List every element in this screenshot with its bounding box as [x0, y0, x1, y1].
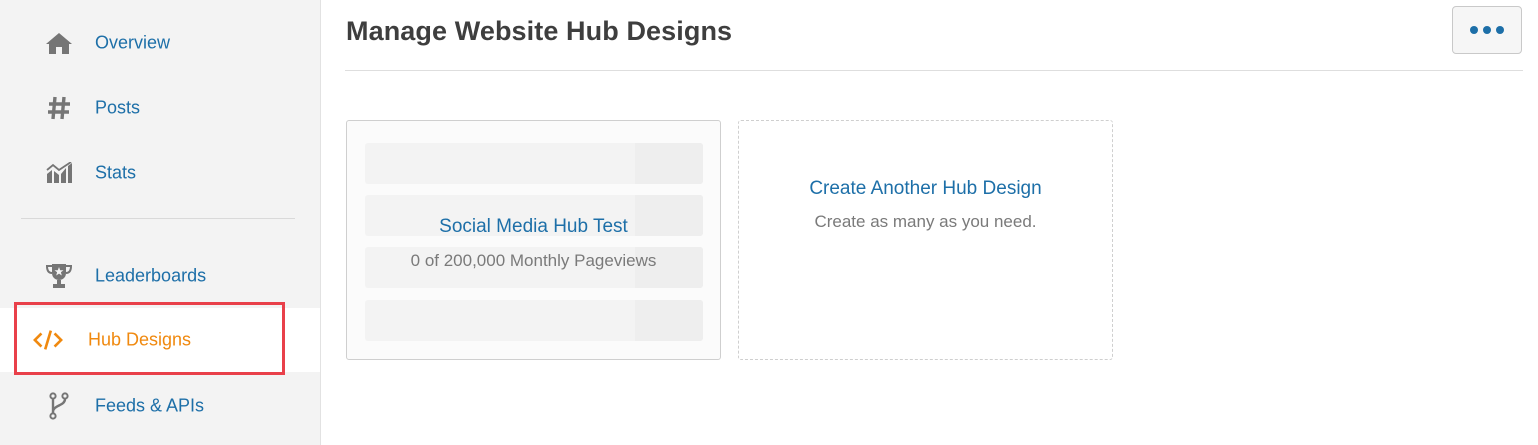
sidebar-item-label: Feeds & APIs: [95, 395, 205, 416]
preview-placeholder-row: [365, 143, 703, 184]
sidebar-item-hub-designs[interactable]: Hub Designs: [0, 308, 320, 372]
sidebar-item-label: Hub Designs: [88, 329, 192, 350]
hub-design-title[interactable]: Social Media Hub Test: [347, 216, 720, 238]
fork-icon: [44, 391, 74, 421]
sidebar-divider: [21, 218, 295, 219]
create-hub-design-link[interactable]: Create Another Hub Design: [739, 178, 1112, 200]
sidebar-item-label: Leaderboards: [95, 265, 207, 286]
sidebar-item-overview[interactable]: Overview: [0, 11, 320, 75]
create-hub-design-hint: Create as many as you need.: [814, 212, 1037, 231]
more-options-button[interactable]: [1452, 6, 1522, 54]
header-divider: [345, 70, 1523, 71]
pageview-usage-text: 0 of 200,000 Monthly Pageviews: [410, 251, 657, 270]
home-icon: [44, 28, 74, 58]
sidebar-item-stats[interactable]: Stats: [0, 141, 320, 205]
sidebar-item-leaderboards[interactable]: Leaderboards: [0, 244, 320, 308]
more-dots-icon: [1470, 26, 1504, 34]
create-hub-design-card[interactable]: Create Another Hub Design Create as many…: [738, 120, 1113, 360]
code-icon: [33, 325, 63, 355]
sidebar-item-label: Overview: [95, 32, 171, 53]
sidebar: Overview Posts Stats Leaderboards Hub De…: [0, 0, 321, 445]
page-title: Manage Website Hub Designs: [346, 16, 733, 46]
sidebar-item-label: Posts: [95, 97, 141, 118]
preview-placeholder-row: [365, 300, 703, 341]
sidebar-item-posts[interactable]: Posts: [0, 76, 320, 140]
stats-icon: [44, 158, 74, 188]
hashtag-icon: [44, 93, 74, 123]
sidebar-item-label: Stats: [95, 162, 137, 183]
trophy-icon: [44, 261, 74, 291]
sidebar-item-feeds-apis[interactable]: Feeds & APIs: [0, 374, 320, 438]
hub-design-card[interactable]: Social Media Hub Test 0 of 200,000 Month…: [346, 120, 721, 360]
